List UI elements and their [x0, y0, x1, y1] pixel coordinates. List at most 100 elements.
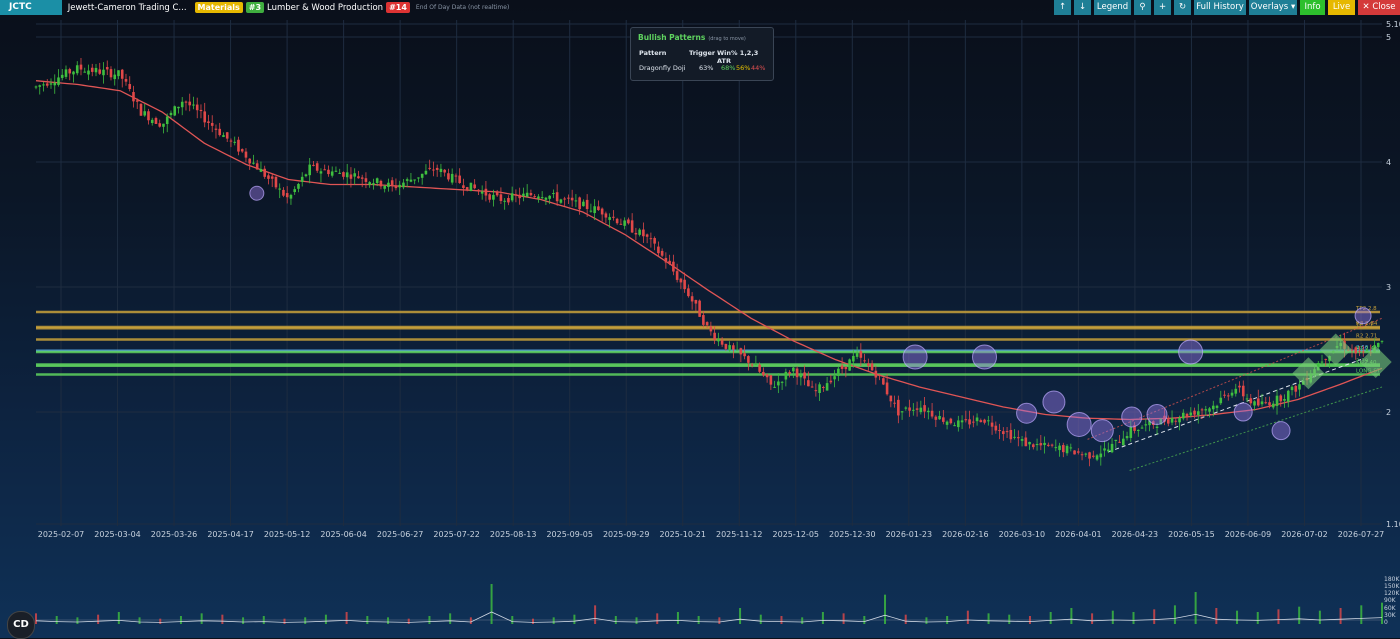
candle-body [432, 169, 435, 171]
x-tick-label: 2026-03-10 [999, 530, 1046, 539]
candle-body [1009, 429, 1013, 440]
col-trigger: Trigger [689, 49, 716, 57]
candle-body [660, 250, 664, 256]
x-tick-label: 2025-08-13 [490, 530, 537, 539]
candle-body [750, 364, 754, 366]
candle-body [949, 418, 953, 424]
volume-bar [801, 617, 804, 624]
x-tick-label: 2025-06-27 [377, 530, 424, 539]
candle-body [150, 119, 154, 123]
candle-body [844, 366, 848, 370]
candle-body [94, 67, 98, 73]
price-chart[interactable]: TP2 2.8R3 2.84TP 2.7R2 2.712.56R1 2.42.3… [0, 0, 1400, 638]
candle-body [559, 199, 563, 203]
candle-body [1088, 452, 1091, 459]
candle-body [203, 111, 207, 123]
candle-body [132, 92, 135, 102]
candle-body [1028, 441, 1031, 445]
candle-body [600, 208, 604, 215]
candle-body [327, 169, 330, 175]
candle-body [1080, 454, 1084, 456]
candle-body [698, 300, 701, 317]
candle-body [165, 116, 169, 125]
candle-body [765, 374, 769, 378]
candle-body [1320, 361, 1324, 363]
candle-body [1095, 455, 1099, 460]
candle-body [72, 71, 75, 75]
candle-body [207, 121, 210, 123]
volume-bar [1277, 609, 1280, 624]
candle-body [184, 101, 188, 103]
pattern-marker [1090, 419, 1114, 443]
candle-body [1193, 410, 1196, 415]
bullish-patterns-panel[interactable]: Bullish Patterns (drag to move) Pattern T… [630, 27, 774, 81]
candle-body [585, 199, 589, 209]
candle-body [1223, 394, 1226, 396]
candle-body [1294, 385, 1298, 392]
candle-body [263, 168, 267, 177]
candle-body [893, 402, 896, 404]
candle-body [1099, 453, 1103, 458]
candle-body [578, 197, 581, 210]
candle-body [297, 183, 300, 189]
candle-body [162, 123, 165, 127]
candle-body [1200, 409, 1204, 411]
candle-body [270, 176, 274, 179]
candle-body [1058, 445, 1061, 451]
volume-bar [676, 612, 679, 624]
moving-average [35, 80, 1383, 421]
y-tick-label: 4 [1386, 158, 1391, 167]
candle-body [889, 395, 893, 402]
candle-body [398, 184, 401, 188]
x-tick-label: 2025-12-05 [773, 530, 820, 539]
volume-bar [97, 614, 100, 624]
app-logo[interactable]: CD [7, 611, 35, 639]
win-2atr: 56% [736, 64, 751, 72]
candle-body [732, 345, 735, 350]
candle-body [225, 132, 229, 139]
candle-body [608, 217, 611, 220]
volume-bar [407, 618, 410, 624]
candle-body [927, 410, 930, 413]
candle-body [735, 349, 739, 351]
candle-body [255, 163, 259, 170]
level-lines: TP2 2.8R3 2.84TP 2.7R2 2.712.56R1 2.42.3… [36, 306, 1381, 376]
candle-body [1365, 350, 1369, 352]
volume-bar [345, 612, 348, 624]
candle-body [882, 378, 885, 385]
candle-body [1020, 439, 1024, 441]
candle-body [645, 234, 649, 237]
candle-body [1283, 398, 1286, 401]
pattern-marker [1121, 406, 1143, 428]
candle-body [83, 71, 87, 73]
candle-body [690, 296, 694, 302]
candle-body [454, 175, 458, 177]
candle-body [105, 67, 109, 70]
candle-body [540, 197, 544, 199]
candle-body [409, 179, 413, 182]
candle-body [1185, 413, 1189, 417]
channel-lower [1129, 386, 1383, 471]
x-tick-label: 2025-02-07 [38, 530, 85, 539]
candle-body [773, 386, 776, 388]
candle-body [747, 356, 750, 363]
candle-body [972, 421, 975, 423]
logo-text: CD [13, 619, 29, 630]
volume-bar [242, 617, 245, 624]
candle-body [769, 375, 773, 385]
candle-body [960, 420, 964, 423]
volume-bar [884, 594, 887, 624]
candle-body [1271, 403, 1275, 408]
volume-bar [1132, 612, 1135, 624]
buy-signal-marker [1292, 357, 1325, 390]
candle-body [593, 206, 596, 214]
x-tick-label: 2026-06-09 [1225, 530, 1272, 539]
candle-body [312, 164, 315, 166]
col-win: Win% 1,2,3 ATR [717, 49, 759, 65]
volume-bar [366, 616, 369, 624]
col-pattern: Pattern [639, 49, 667, 57]
x-tick-label: 2025-03-26 [151, 530, 198, 539]
candle-body [1354, 347, 1358, 354]
candle-body [1268, 402, 1271, 406]
x-tick-label: 2025-05-12 [264, 530, 311, 539]
